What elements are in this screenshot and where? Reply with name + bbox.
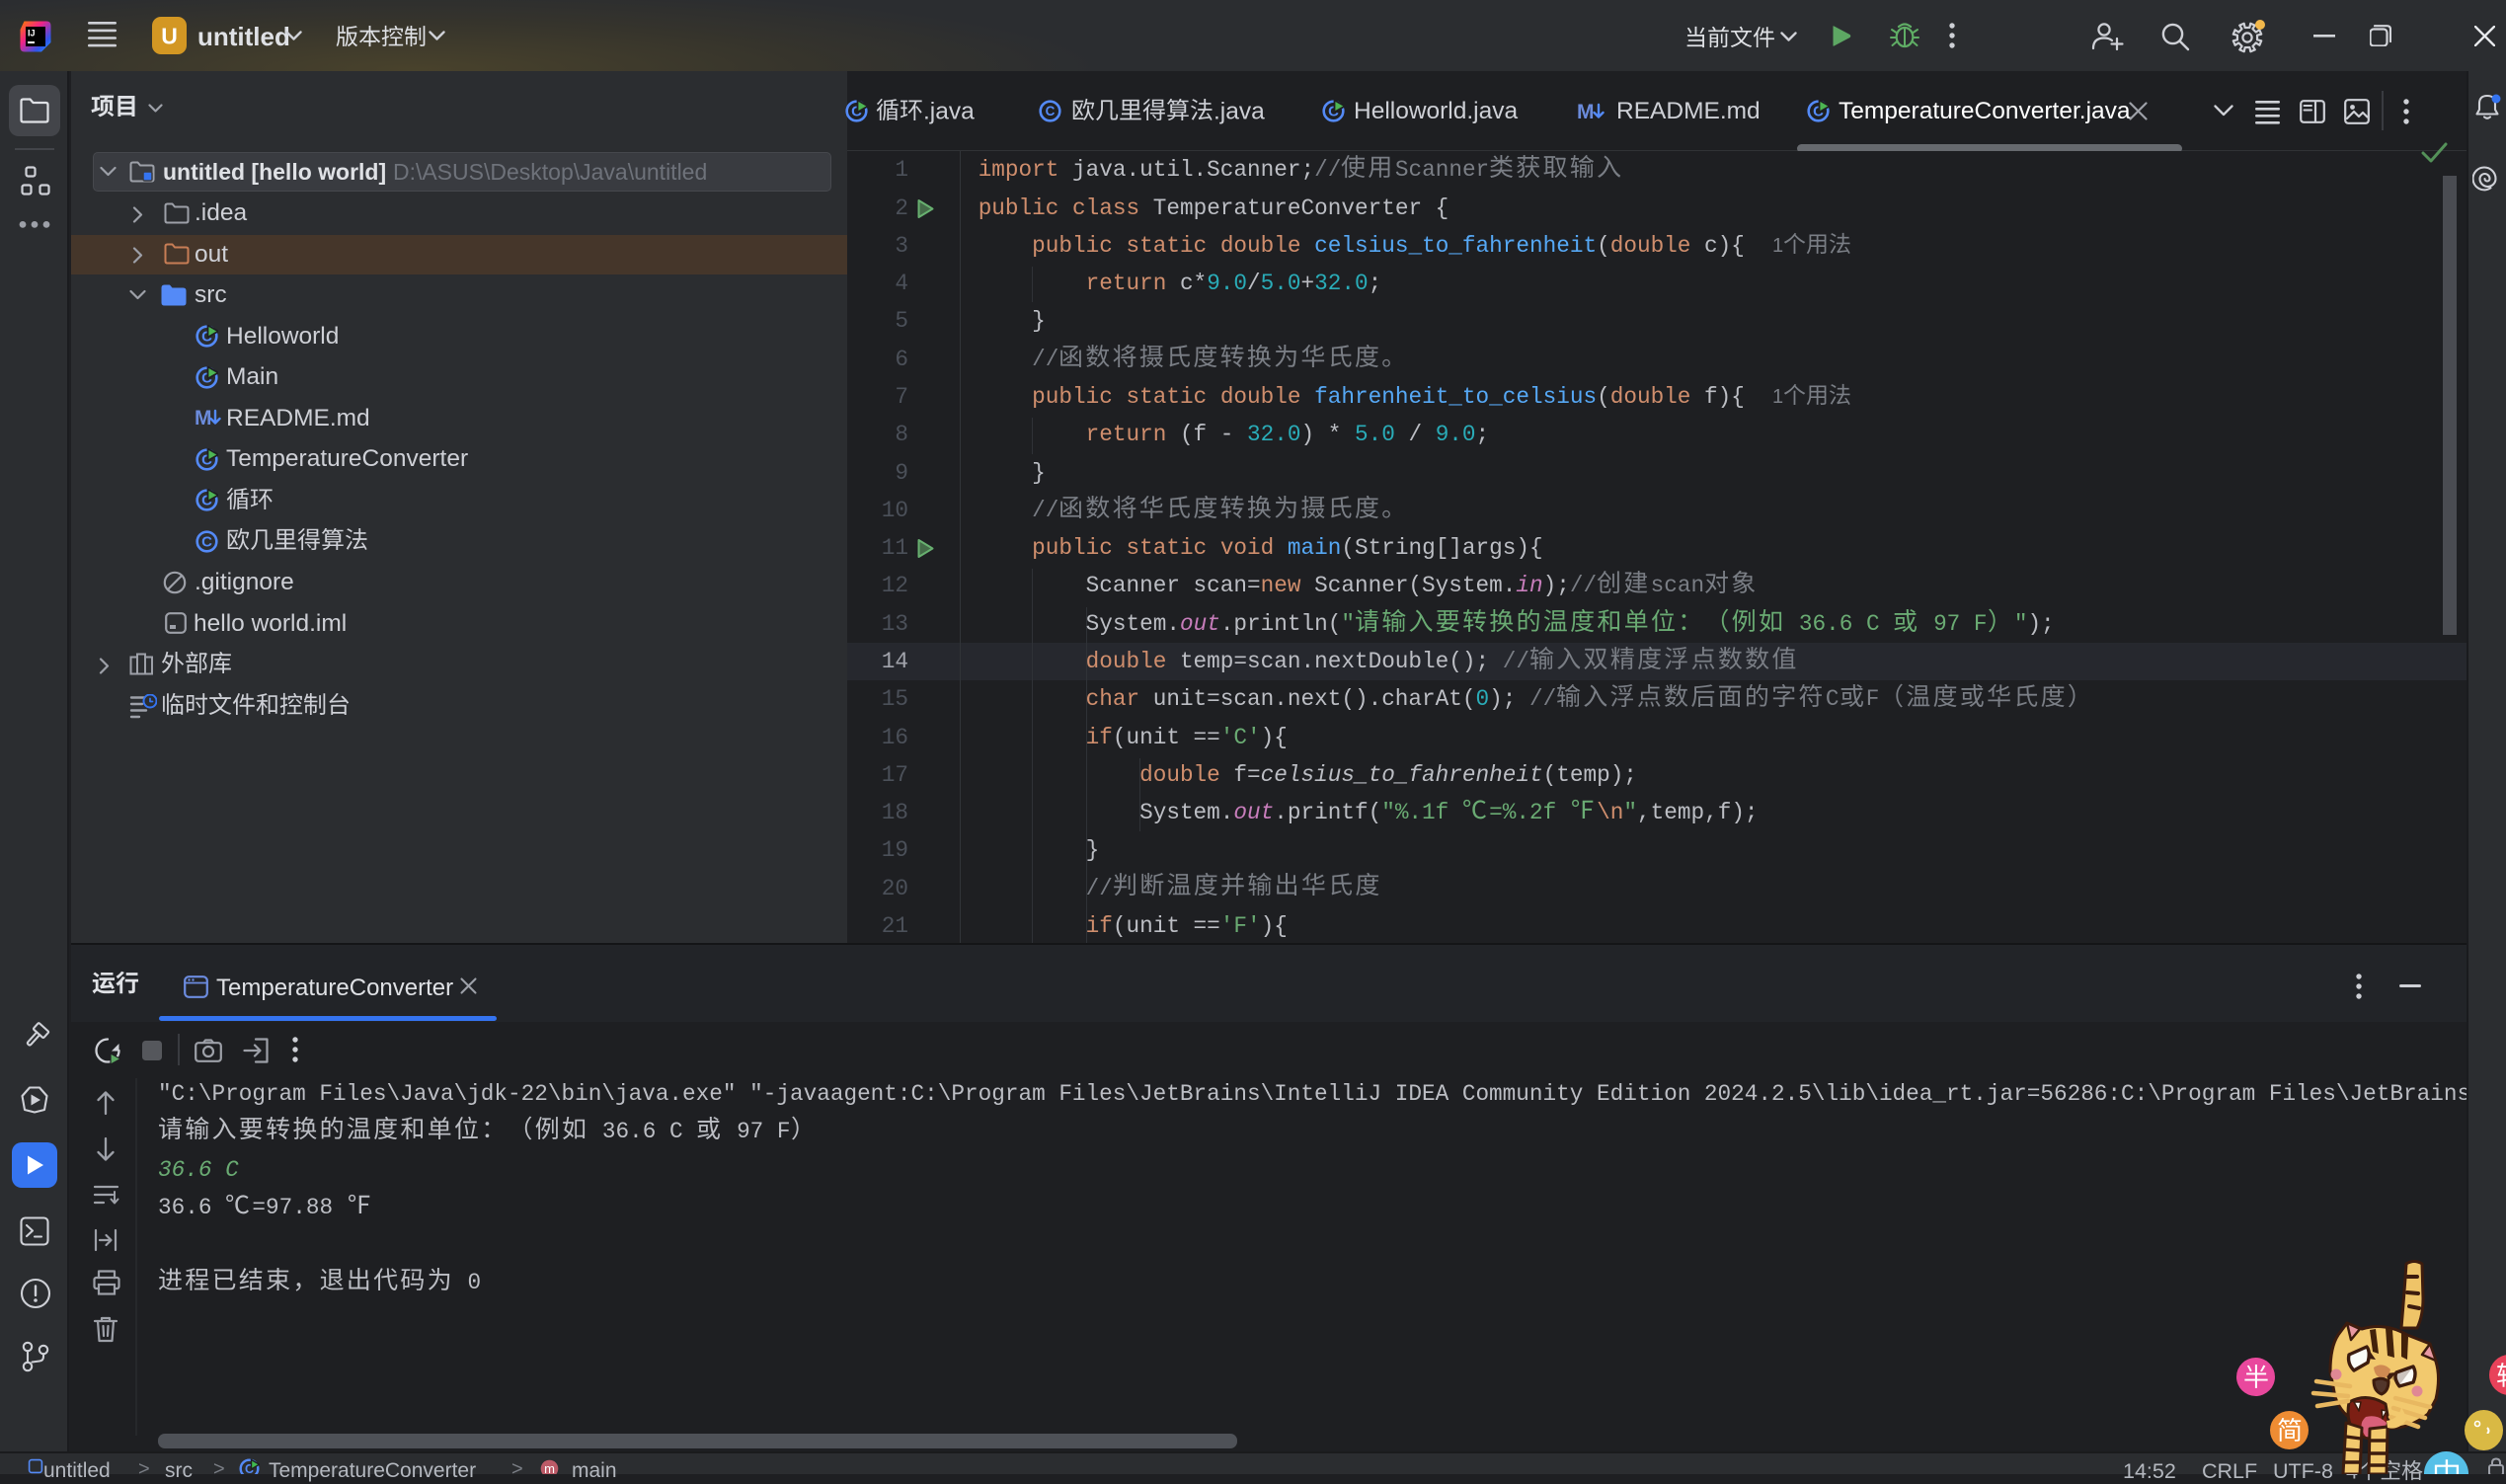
svg-text:m: m bbox=[544, 1461, 555, 1474]
svg-text:U: U bbox=[161, 24, 178, 49]
svg-text:IJ: IJ bbox=[28, 29, 36, 39]
svg-text:M: M bbox=[1577, 102, 1595, 122]
svg-text:C: C bbox=[1046, 104, 1056, 118]
